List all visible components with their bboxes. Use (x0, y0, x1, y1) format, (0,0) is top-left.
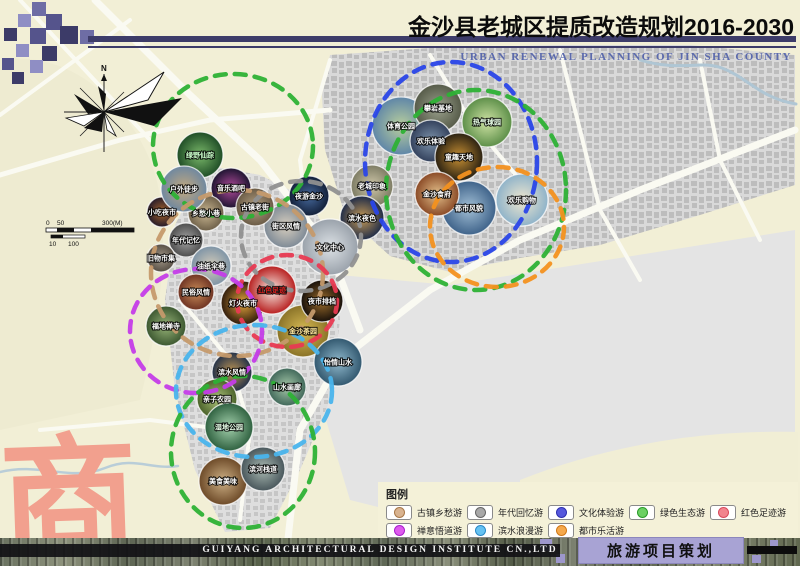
legend-route-dot (637, 507, 648, 518)
logo-pixels (2, 0, 102, 90)
photo-bubble-label: 老城印象 (357, 182, 386, 191)
footer-panel-label: 旅游项目策划 (578, 537, 744, 564)
logo-pixel-square (30, 28, 46, 44)
photo-bubble-label: 旧物市集 (147, 254, 176, 263)
logo-pixel-square (42, 46, 57, 61)
photo-bubble-label: 怡情山水 (324, 358, 353, 367)
legend-item: 文化体验游 (548, 505, 629, 520)
legend-swatch (386, 505, 412, 520)
photo-bubble-label: 民俗风情 (182, 288, 210, 297)
logo-pixel-square (18, 14, 31, 27)
legend-route-dot (394, 507, 405, 518)
photo-bubble-label: 灯火夜市 (229, 299, 257, 308)
legend-item: 禅意悟道游 (386, 523, 467, 538)
legend-item-label: 绿色生态游 (660, 506, 705, 519)
legend-title: 图例 (386, 486, 798, 502)
photo-bubble-label: 体育公园 (387, 122, 415, 131)
legend: 图例 古镇乡愁游 年代回忆游 文化体验游 绿色生态游 红色足迹游 禅意悟道游 滨水浪漫游 都… (378, 482, 798, 538)
photo-bubble-label: 古镇老街 (241, 203, 269, 212)
legend-route-dot (556, 525, 567, 536)
photo-bubble-label: 绿野仙踪 (186, 151, 214, 160)
photo-bubble-label: 攀岩基地 (423, 104, 452, 113)
photo-bubble-label: 山水画廊 (273, 383, 301, 392)
legend-item-label: 滨水浪漫游 (498, 524, 543, 537)
legend-item-label: 都市乐活游 (579, 524, 624, 537)
photo-bubble-label: 油纸伞巷 (197, 262, 226, 271)
photo-bubble-label: 亲子农园 (203, 395, 231, 404)
legend-item-label: 文化体验游 (579, 506, 624, 519)
photo-bubble-label: 音乐酒吧 (217, 184, 245, 193)
photo-bubble-label: 湿地公园 (215, 423, 243, 432)
scale-label: 100 (68, 241, 79, 248)
logo-pixel-square (4, 28, 17, 41)
photo-bubble-label: 夜游金沙 (294, 192, 323, 201)
photo-bubble-label: 小吃夜市 (147, 208, 176, 217)
photo-bubble-label: 金沙食府 (422, 190, 451, 199)
legend-swatch (548, 523, 574, 538)
scale-label: 50 (57, 220, 65, 227)
footer-deco-square (752, 555, 761, 563)
legend-swatch (710, 505, 736, 520)
scale-label: 10 (49, 241, 57, 248)
footer-company-text: GUIYANG ARCHITECTURAL DESIGN INSTITUTE C… (202, 545, 557, 555)
logo-pixel-square (30, 60, 43, 73)
logo-pixel-square (2, 58, 14, 70)
photo-bubble-label: 滨水夜色 (348, 214, 376, 223)
photo-bubble-label: 金沙茶园 (288, 327, 317, 336)
photo-bubble-label: 欢乐购物 (507, 196, 536, 205)
photo-bubble-label: 年代记忆 (172, 236, 200, 245)
legend-item: 都市乐活游 (548, 523, 629, 538)
photo-bubble-label: 童趣天地 (445, 153, 473, 162)
photo-bubble-label: 乡愁小巷 (192, 209, 221, 218)
title-rule-thin (88, 46, 796, 48)
legend-item: 绿色生态游 (629, 505, 710, 520)
legend-row: 禅意悟道游 滨水浪漫游 都市乐活游 (386, 523, 798, 538)
legend-route-dot (394, 525, 405, 536)
footer-black-bar (747, 546, 797, 554)
photo-bubble-label: 红色足迹 (258, 286, 286, 295)
legend-item-label: 红色足迹游 (741, 506, 786, 519)
legend-item: 年代回忆游 (467, 505, 548, 520)
legend-swatch (467, 523, 493, 538)
legend-row: 古镇乡愁游 年代回忆游 文化体验游 绿色生态游 红色足迹游 (386, 505, 798, 520)
photo-bubble-label: 滨水风情 (218, 368, 246, 377)
scale-label: 0 (46, 220, 50, 227)
photo-bubble-label: 户外徒步 (170, 185, 198, 194)
photo-bubble-label: 夜市排档 (307, 297, 336, 306)
legend-route-dot (718, 507, 729, 518)
logo-pixel-square (12, 72, 24, 84)
logo-pixel-square (32, 2, 46, 16)
legend-item: 红色足迹游 (710, 505, 791, 520)
photo-bubble-label: 美食美味 (209, 477, 237, 486)
photo-bubble-label: 福地禅寺 (151, 322, 180, 331)
legend-item: 古镇乡愁游 (386, 505, 467, 520)
legend-route-dot (556, 507, 567, 518)
photo-bubble-label: 都市风貌 (454, 204, 483, 213)
footer-company-band: GUIYANG ARCHITECTURAL DESIGN INSTITUTE C… (0, 544, 560, 557)
legend-route-dot (475, 525, 486, 536)
page-subtitle: URBAN RENEWAL PLANNING OF JIN SHA COUNTY (460, 51, 792, 63)
page-title: 金沙县老城区提质改造规划2016-2030 (408, 8, 794, 42)
photo-bubble-label: 文化中心 (316, 243, 344, 252)
planning-poster: 体育公园攀岩基地热气球园欢乐体验童趣天地都市风貌 欢乐购物 金沙食府 老城印象滨水夜色… (0, 0, 800, 566)
legend-swatch (629, 505, 655, 520)
legend-item: 滨水浪漫游 (467, 523, 548, 538)
legend-route-dot (475, 507, 486, 518)
photo-bubble-label: 街区风情 (271, 222, 300, 231)
logo-pixel-square (16, 44, 29, 57)
photo-bubble-label: 滨河栈道 (249, 465, 277, 474)
legend-item-label: 禅意悟道游 (417, 524, 462, 537)
legend-item-label: 古镇乡愁游 (417, 506, 462, 519)
legend-item-label: 年代回忆游 (498, 506, 543, 519)
scale-label: 300(M) (102, 220, 123, 227)
photo-bubble-label: 热气球园 (473, 118, 501, 127)
legend-swatch (386, 523, 412, 538)
legend-swatch (467, 505, 493, 520)
logo-pixel-square (60, 26, 78, 44)
legend-swatch (548, 505, 574, 520)
photo-bubble-label: 欢乐体验 (416, 137, 446, 146)
